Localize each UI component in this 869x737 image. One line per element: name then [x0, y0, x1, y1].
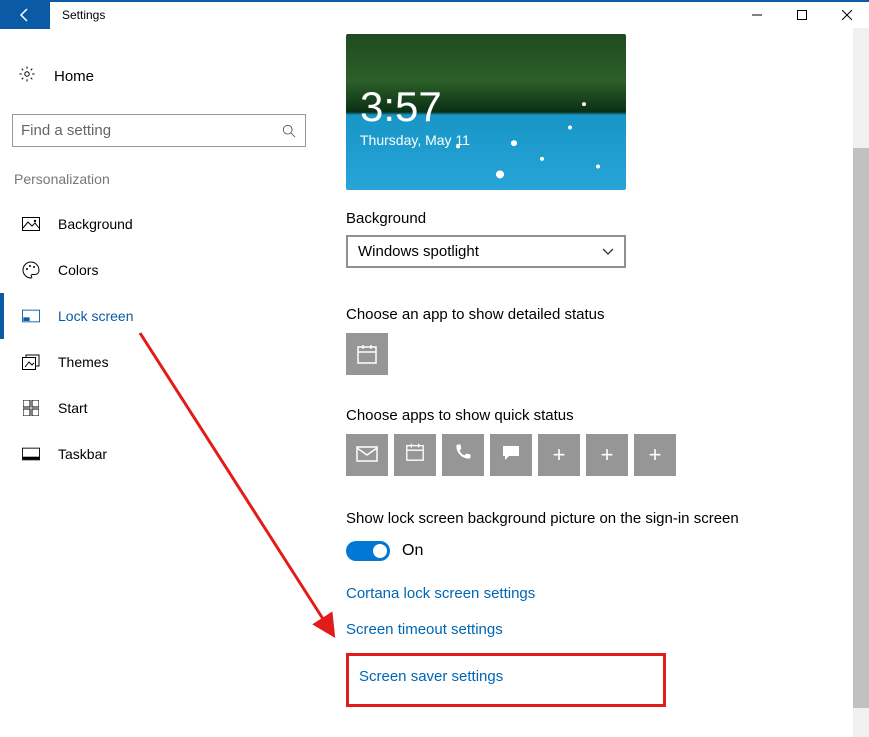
nav-label: Colors [58, 262, 98, 278]
preview-time: 3:57 [360, 86, 442, 128]
toggle-state-label: On [402, 542, 423, 560]
mail-icon [356, 442, 378, 468]
detailed-status-label: Choose an app to show detailed status [346, 306, 869, 323]
background-label: Background [346, 210, 869, 227]
main-content: 3:57 Thursday, May 11 Background Windows… [318, 28, 869, 737]
calendar-icon [405, 442, 425, 468]
nav-taskbar[interactable]: Taskbar [0, 431, 318, 477]
vertical-scrollbar[interactable] [853, 28, 869, 737]
maximize-button[interactable] [779, 1, 824, 29]
calendar-icon [356, 343, 378, 365]
lock-screen-icon [22, 309, 40, 323]
quick-app-add-1[interactable]: + [538, 434, 580, 476]
quick-app-calendar[interactable] [394, 434, 436, 476]
annotation-highlight-box: Screen saver settings [346, 653, 666, 707]
section-header: Personalization [14, 171, 318, 187]
nav-themes[interactable]: Themes [0, 339, 318, 385]
window-controls [734, 1, 869, 29]
nav-label: Background [58, 216, 133, 232]
link-cortana-settings[interactable]: Cortana lock screen settings [346, 585, 535, 602]
nav-lock-screen[interactable]: Lock screen [0, 293, 318, 339]
quick-app-add-2[interactable]: + [586, 434, 628, 476]
chevron-down-icon [602, 243, 614, 260]
link-screen-saver[interactable]: Screen saver settings [359, 668, 503, 685]
picture-icon [22, 217, 40, 231]
quick-app-messaging[interactable] [490, 434, 532, 476]
nav-start[interactable]: Start [0, 385, 318, 431]
titlebar: Settings [0, 0, 869, 28]
palette-icon [22, 261, 40, 279]
window-title: Settings [50, 8, 105, 22]
gear-icon [18, 65, 36, 87]
nav-background[interactable]: Background [0, 201, 318, 247]
signin-picture-label: Show lock screen background picture on t… [346, 510, 869, 527]
plus-icon: + [553, 442, 566, 468]
select-value: Windows spotlight [358, 243, 479, 260]
quick-status-label: Choose apps to show quick status [346, 407, 869, 424]
nav-label: Themes [58, 354, 109, 370]
minimize-button[interactable] [734, 1, 779, 29]
start-icon [22, 400, 40, 416]
preview-date: Thursday, May 11 [360, 132, 470, 148]
nav-colors[interactable]: Colors [0, 247, 318, 293]
back-button[interactable] [0, 1, 50, 29]
signin-toggle[interactable] [346, 541, 390, 561]
quick-status-row: + + + [346, 434, 869, 476]
plus-icon: + [649, 442, 662, 468]
arrow-left-icon [17, 7, 33, 23]
nav-label: Taskbar [58, 446, 107, 462]
plus-icon: + [601, 442, 614, 468]
signin-toggle-row: On [346, 541, 869, 561]
nav-label: Lock screen [58, 308, 133, 324]
link-screen-timeout[interactable]: Screen timeout settings [346, 621, 503, 638]
nav-label: Start [58, 400, 88, 416]
home-nav[interactable]: Home [0, 56, 318, 96]
search-input-wrap[interactable] [12, 114, 306, 147]
quick-app-phone[interactable] [442, 434, 484, 476]
quick-app-add-3[interactable]: + [634, 434, 676, 476]
search-input[interactable] [21, 122, 281, 139]
detailed-status-app[interactable] [346, 333, 388, 375]
background-select[interactable]: Windows spotlight [346, 235, 626, 268]
close-button[interactable] [824, 1, 869, 29]
home-label: Home [54, 68, 94, 85]
taskbar-icon [22, 447, 40, 461]
chat-icon [501, 442, 521, 468]
themes-icon [22, 354, 40, 370]
toggle-knob [373, 544, 387, 558]
phone-icon [453, 442, 473, 468]
sidebar: Home Personalization Background Colors L… [0, 28, 318, 737]
search-icon [281, 123, 297, 139]
lock-screen-preview: 3:57 Thursday, May 11 [346, 34, 626, 190]
quick-app-mail[interactable] [346, 434, 388, 476]
scrollbar-thumb[interactable] [853, 148, 869, 708]
